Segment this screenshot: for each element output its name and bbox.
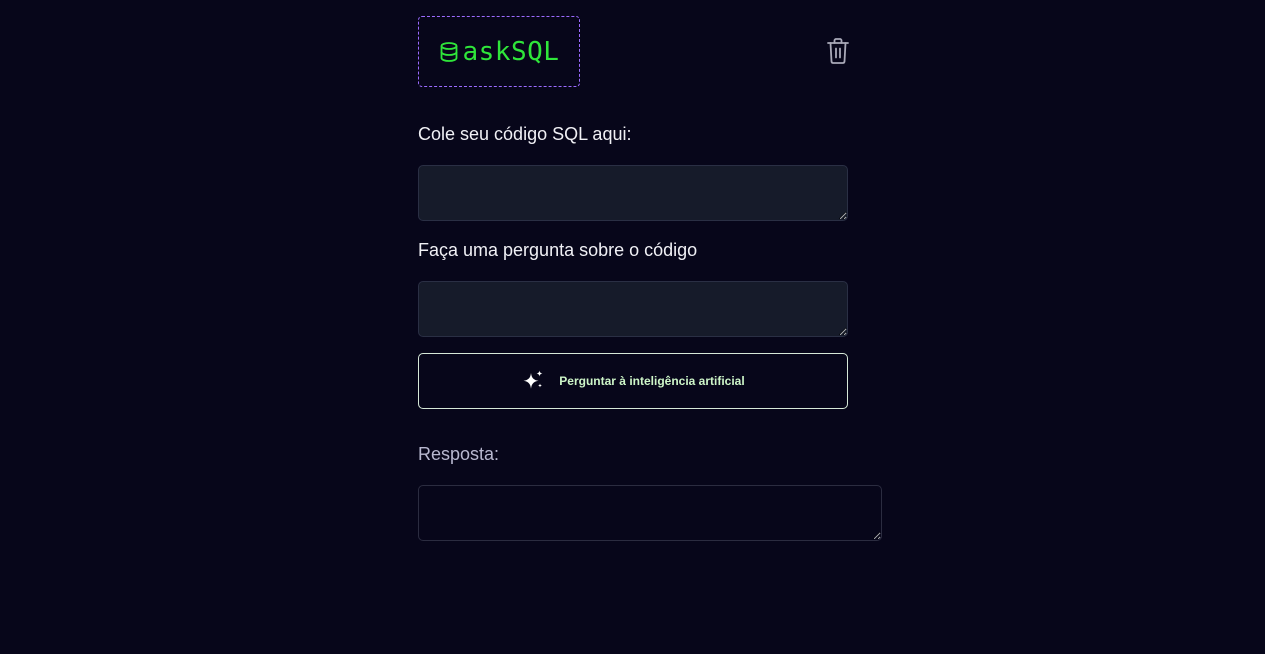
trash-icon xyxy=(826,37,850,70)
ask-ai-button[interactable]: Perguntar à inteligência artificial xyxy=(418,353,848,409)
sql-code-label: Cole seu código SQL aqui: xyxy=(418,124,632,144)
sparkles-icon xyxy=(521,369,545,393)
ask-ai-button-label: Perguntar à inteligência artificial xyxy=(559,374,745,388)
logo-text: askSQL xyxy=(462,36,560,67)
database-icon xyxy=(439,41,459,63)
sql-code-input[interactable] xyxy=(418,165,848,221)
question-input[interactable] xyxy=(418,281,848,337)
answer-output[interactable] xyxy=(418,485,882,541)
question-label: Faça uma pergunta sobre o código xyxy=(418,240,698,260)
clear-button[interactable] xyxy=(822,37,854,69)
answer-label: Resposta: xyxy=(418,444,500,464)
logo[interactable]: askSQL xyxy=(418,16,580,87)
